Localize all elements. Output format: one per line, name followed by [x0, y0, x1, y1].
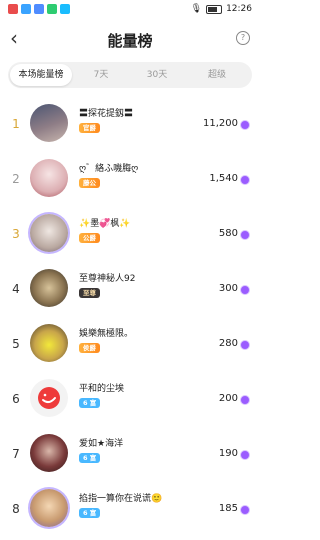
- energy-value: 580: [218, 228, 238, 239]
- user-name: 爱如★海洋: [79, 439, 124, 449]
- coin-icon: [240, 120, 250, 130]
- rank-number: 2: [12, 172, 20, 186]
- mic-icon: 🎙: [190, 4, 203, 14]
- ranking-row[interactable]: 1 〓探花提釼〓 官爵 11,200: [0, 100, 260, 150]
- status-icons-left: [8, 4, 70, 14]
- rank-number: 8: [12, 502, 20, 516]
- ranking-row[interactable]: 5 娛樂無極限。 侯爵 280: [0, 320, 260, 370]
- tab-7-days[interactable]: 7天: [78, 62, 124, 88]
- app-notification-icon: [34, 4, 44, 14]
- avatar[interactable]: [30, 434, 68, 472]
- coin-icon: [240, 285, 250, 295]
- user-name: ღ゛絡ふ嘰脢ღ: [79, 164, 139, 174]
- ranking-row[interactable]: 7 爱如★海洋 6 富 190: [0, 430, 260, 480]
- user-name: 掐指一算你在说谎🙂: [79, 494, 163, 504]
- tab-super[interactable]: 超级: [194, 62, 240, 88]
- tab-current-session[interactable]: 本场能量榜: [10, 64, 72, 86]
- coin-icon: [240, 340, 250, 350]
- coin-icon: [240, 505, 250, 515]
- ranking-row[interactable]: 2 ღ゛絡ふ嘰脢ღ 藤公 1,540: [0, 155, 260, 205]
- clock: 12:26: [226, 4, 252, 14]
- ranking-row[interactable]: 8 掐指一算你在说谎🙂 6 富 185: [0, 485, 260, 535]
- level-badge: 6 富: [79, 398, 101, 408]
- user-name: 平和的尘埃: [79, 384, 125, 394]
- level-badge: 侯爵: [79, 343, 100, 353]
- rank-number: 1: [12, 117, 20, 131]
- level-badge: 官爵: [79, 123, 100, 133]
- page-title: 能量榜: [107, 32, 153, 50]
- period-tabs: 本场能量榜 7天 30天 超级: [8, 62, 252, 88]
- avatar[interactable]: [30, 104, 68, 142]
- status-bar: 🎙 12:26: [0, 0, 260, 20]
- level-badge: 藤公: [79, 178, 100, 188]
- energy-value: 1,540: [209, 173, 238, 184]
- energy-value: 11,200: [203, 118, 238, 129]
- avatar[interactable]: [30, 379, 68, 417]
- energy-value: 190: [218, 448, 238, 459]
- header: ‹ 能量榜 ?: [0, 24, 260, 54]
- coin-icon: [240, 175, 250, 185]
- level-badge: 公爵: [79, 233, 100, 243]
- ranking-row[interactable]: 4 至尊神秘人92 至尊 300: [0, 265, 260, 315]
- user-name: 〓探花提釼〓: [79, 109, 134, 119]
- level-badge: 至尊: [79, 288, 100, 298]
- coin-icon: [240, 230, 250, 240]
- rank-number: 6: [12, 392, 20, 406]
- energy-value: 185: [218, 503, 238, 514]
- level-badge: 6 富: [79, 453, 101, 463]
- avatar[interactable]: [30, 269, 68, 307]
- avatar[interactable]: [30, 324, 68, 362]
- rank-number: 3: [12, 227, 20, 241]
- energy-value: 200: [218, 393, 238, 404]
- app-notification-icon: [21, 4, 31, 14]
- ranking-row[interactable]: 6 平和的尘埃 6 富 200: [0, 375, 260, 425]
- rank-number: 4: [12, 282, 20, 296]
- smiley-face-icon: [38, 387, 60, 409]
- status-icons-right: 🎙 12:26: [191, 4, 252, 14]
- energy-value: 280: [218, 338, 238, 349]
- coin-icon: [240, 395, 250, 405]
- coin-icon: [240, 450, 250, 460]
- tab-30-days[interactable]: 30天: [134, 62, 180, 88]
- app-notification-icon: [60, 4, 70, 14]
- level-badge: 6 富: [79, 508, 101, 518]
- user-name: 娛樂無極限。: [79, 329, 134, 339]
- avatar[interactable]: [30, 159, 68, 197]
- user-name: ✨墨💞枫✨: [79, 219, 131, 229]
- avatar[interactable]: [30, 214, 68, 252]
- rank-number: 5: [12, 337, 20, 351]
- energy-value: 300: [218, 283, 238, 294]
- user-name: 至尊神秘人92: [79, 274, 136, 284]
- ranking-row[interactable]: 3 ✨墨💞枫✨ 公爵 580: [0, 210, 260, 260]
- app-notification-icon: [8, 4, 18, 14]
- app-notification-icon: [47, 4, 57, 14]
- rank-number: 7: [12, 447, 20, 461]
- help-icon[interactable]: ?: [236, 31, 250, 45]
- avatar[interactable]: [30, 489, 68, 527]
- battery-icon: [206, 4, 223, 14]
